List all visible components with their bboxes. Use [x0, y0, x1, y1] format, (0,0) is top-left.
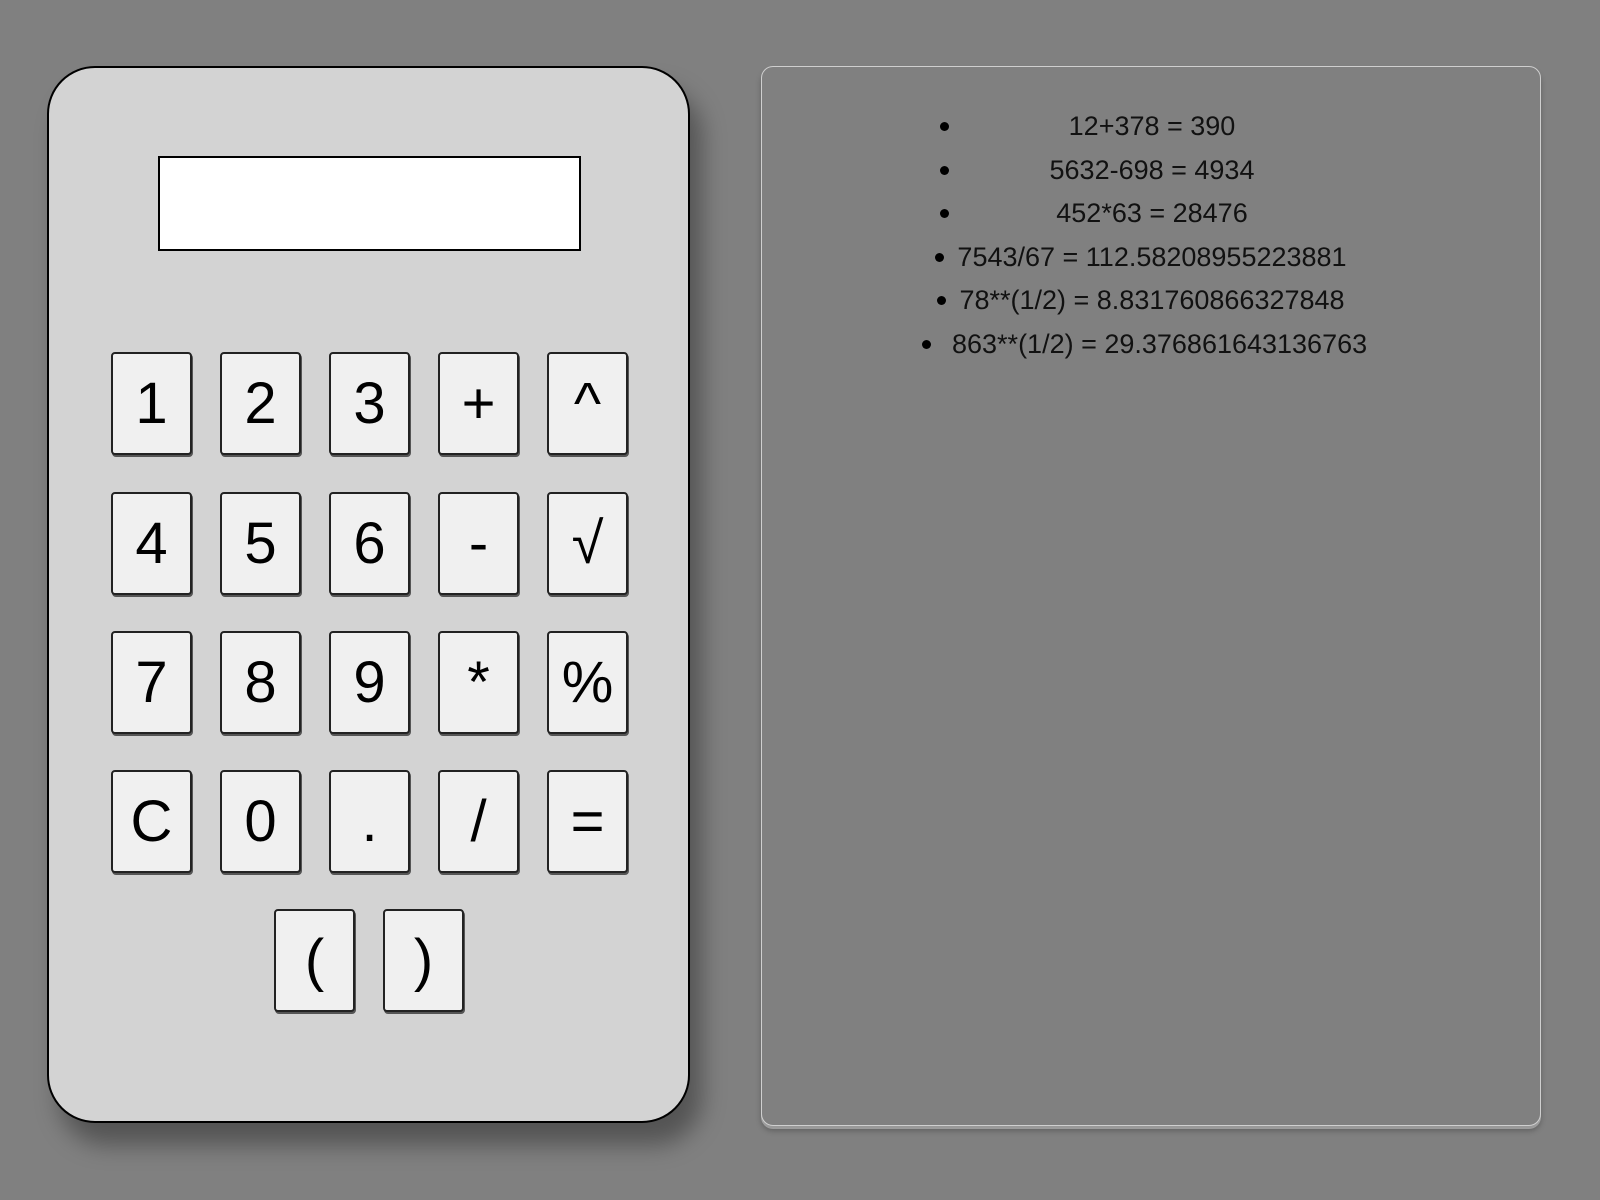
key-6[interactable]: 6	[329, 492, 410, 595]
history-list: 12+378 = 390 5632-698 = 4934 452*63 = 28…	[922, 105, 1367, 367]
key-1[interactable]: 1	[111, 352, 192, 455]
key-3[interactable]: 3	[329, 352, 410, 455]
key-sqrt[interactable]: √	[547, 492, 628, 595]
history-item: 452*63 = 28476	[940, 192, 1352, 236]
history-entry-text: 78**(1/2) = 8.831760866327848	[959, 285, 1345, 316]
key-percent[interactable]: %	[547, 631, 628, 734]
history-entry-text: 452*63 = 28476	[1056, 198, 1248, 229]
bullet-icon	[935, 252, 945, 262]
key-open-paren[interactable]: (	[274, 909, 355, 1012]
bullet-icon	[937, 296, 947, 306]
history-item: 12+378 = 390	[940, 105, 1352, 149]
key-7[interactable]: 7	[111, 631, 192, 734]
calculator-display[interactable]	[158, 156, 581, 251]
key-close-paren[interactable]: )	[383, 909, 464, 1012]
history-item: 7543/67 = 112.58208955223881	[935, 236, 1352, 280]
key-0[interactable]: 0	[220, 770, 301, 873]
key-decimal[interactable]: .	[329, 770, 410, 873]
calculator-body: 1 2 3 + ^ 4 5 6 - √ 7 8 9 * % C 0 . / = …	[47, 66, 690, 1123]
history-item: 5632-698 = 4934	[940, 149, 1352, 193]
key-multiply[interactable]: *	[438, 631, 519, 734]
history-entry-text: 7543/67 = 112.58208955223881	[957, 241, 1347, 272]
key-4[interactable]: 4	[111, 492, 192, 595]
key-2[interactable]: 2	[220, 352, 301, 455]
key-equals[interactable]: =	[547, 770, 628, 873]
history-entry-text: 863**(1/2) = 29.376861643136763	[952, 328, 1368, 359]
key-add[interactable]: +	[438, 352, 519, 455]
key-9[interactable]: 9	[329, 631, 410, 734]
key-subtract[interactable]: -	[438, 492, 519, 595]
history-entry-text: 12+378 = 390	[1068, 111, 1236, 141]
history-item: 78**(1/2) = 8.831760866327848	[937, 279, 1352, 323]
key-5[interactable]: 5	[220, 492, 301, 595]
bullet-icon	[940, 209, 949, 219]
history-entry-text: 5632-698 = 4934	[1049, 154, 1255, 185]
key-clear[interactable]: C	[111, 770, 192, 873]
bullet-icon	[922, 339, 932, 349]
key-8[interactable]: 8	[220, 631, 301, 734]
bullet-icon	[940, 165, 949, 175]
key-power[interactable]: ^	[547, 352, 628, 455]
history-item: 863**(1/2) = 29.376861643136763	[922, 323, 1367, 367]
history-panel: 12+378 = 390 5632-698 = 4934 452*63 = 28…	[761, 66, 1541, 1126]
key-divide[interactable]: /	[438, 770, 519, 873]
bullet-icon	[940, 122, 949, 131]
